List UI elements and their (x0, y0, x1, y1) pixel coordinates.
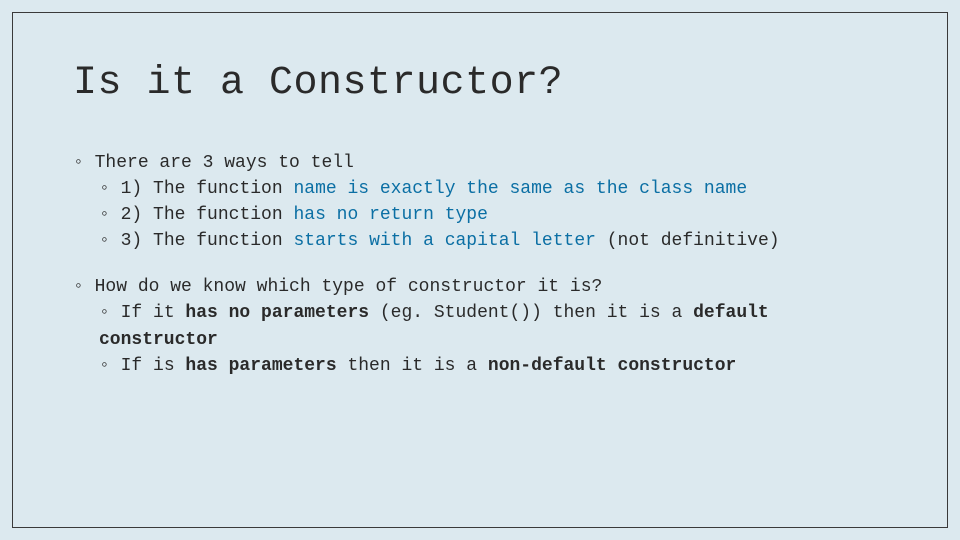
section-2-items: If it has no parameters (eg. Student()) … (73, 300, 887, 378)
section-2-lead: How do we know which type of constructor… (73, 274, 887, 300)
list-item: If it has no parameters (eg. Student()) … (99, 300, 887, 352)
spacer (73, 254, 887, 274)
list-item: 3) The function starts with a capital le… (99, 228, 887, 254)
list-item: 2) The function has no return type (99, 202, 887, 228)
slide: Is it a Constructor? There are 3 ways to… (12, 12, 948, 528)
section-1-items: 1) The function name is exactly the same… (73, 176, 887, 254)
list-item: 1) The function name is exactly the same… (99, 176, 887, 202)
slide-title: Is it a Constructor? (73, 61, 887, 106)
section-1-lead: There are 3 ways to tell (73, 150, 887, 176)
bullet-list: There are 3 ways to tell 1) The function… (73, 150, 887, 379)
list-item: If is has parameters then it is a non-de… (99, 353, 887, 379)
